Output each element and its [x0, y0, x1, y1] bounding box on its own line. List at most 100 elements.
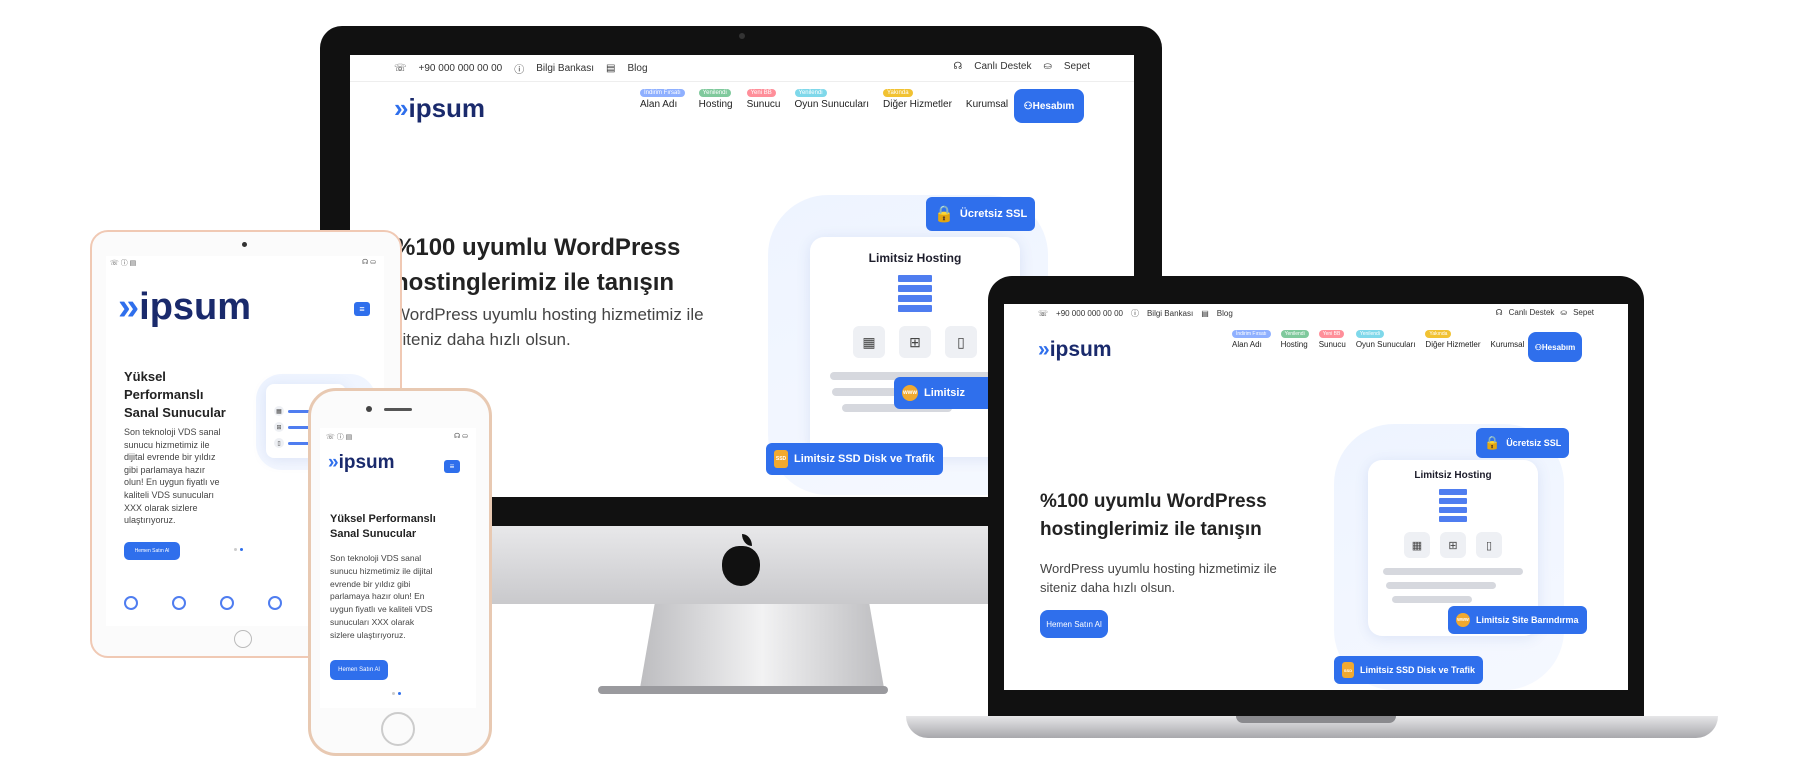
top-bar-right: ☊ Canlı Destek ⛀ Sepet	[1495, 308, 1594, 317]
disk-label: Limitsiz SSD Disk ve Trafik	[1360, 665, 1476, 675]
hero-title-line: hostinglerimiz ile tanışın	[394, 268, 675, 296]
cart-link[interactable]: Sepet	[1573, 308, 1594, 317]
logo[interactable]: » ipsum	[328, 452, 395, 474]
card-title: Limitsiz Hosting	[1414, 470, 1492, 481]
nav-label: Kurumsal	[1490, 340, 1525, 349]
blog-link[interactable]: Blog	[627, 63, 647, 74]
buy-now-button[interactable]: Hemen Satın Al	[124, 542, 180, 560]
nav-item-game-servers[interactable]: Yenilendi Oyun Sunucuları	[794, 89, 870, 110]
partner-logo-icon	[268, 596, 282, 610]
logo-chevron-icon: »	[1038, 338, 1049, 361]
main-nav: İndirim Fırsatı Alan Adı Yenilendi Hosting…	[1232, 330, 1524, 349]
knowledge-base-link[interactable]: Bilgi Bankası	[536, 63, 594, 74]
user-icon: ⚇	[1534, 342, 1542, 352]
placeholder-bar	[1383, 568, 1523, 575]
nav-item-server[interactable]: Yeni BB Sunucu	[746, 89, 781, 110]
nav-badge: Yeni BB	[746, 89, 776, 97]
headset-icon: ☊ ⛀	[361, 259, 376, 266]
nav-badge: Yakında	[883, 89, 913, 97]
live-support-link[interactable]: Canlı Destek	[974, 61, 1031, 72]
text-line: parlamaya hazır olun! En	[330, 591, 425, 602]
site-hosting-badge: www Limitsiz Site Barındırma	[1448, 606, 1587, 634]
divider	[350, 81, 1134, 82]
server-icon	[898, 275, 932, 312]
live-support-link[interactable]: Canlı Destek	[1509, 308, 1555, 317]
carousel-dot-active[interactable]	[240, 548, 243, 551]
nav-label: Alan Adı	[1232, 340, 1262, 349]
top-bar: ☏ ⓘ ▤	[326, 432, 352, 442]
logo[interactable]: » ipsum	[118, 286, 251, 329]
nav-label: Alan Adı	[640, 99, 678, 110]
www-icon: www	[902, 385, 918, 401]
nav-label: Hosting	[1280, 340, 1308, 349]
nav-item-other-services[interactable]: Yakında Diğer Hizmetler	[883, 89, 952, 110]
menu-icon[interactable]: ≡	[444, 460, 460, 473]
nav-item-other-services[interactable]: Yakında Diğer Hizmetler	[1425, 330, 1481, 349]
nav-item-domain[interactable]: İndirim Fırsatı Alan Adı	[1232, 330, 1271, 349]
knowledge-base-link[interactable]: Bilgi Bankası	[1147, 309, 1193, 318]
headset-icon: ☊	[953, 61, 963, 72]
top-bar-right: ☊ Canlı Destek ⛀ Sepet	[953, 61, 1090, 72]
www-icon: www	[1456, 613, 1470, 627]
carousel-dot[interactable]	[234, 548, 237, 551]
menu-icon[interactable]: ≡	[354, 302, 370, 316]
nav-item-corporate[interactable]: Kurumsal	[966, 99, 1008, 110]
disk-icon: ▯	[945, 326, 977, 358]
logo-text: ipsum	[1049, 338, 1112, 361]
nav-label: Oyun Sunucuları	[794, 99, 870, 110]
hero-text-line: siteniz daha hızlı olsun.	[394, 329, 571, 349]
phone-home-button[interactable]	[381, 712, 415, 746]
account-button[interactable]: ⚇ Hesabım	[1528, 332, 1582, 362]
cart-link[interactable]: Sepet	[1064, 61, 1090, 72]
carousel-dot[interactable]	[392, 692, 395, 695]
carousel-dot-active[interactable]	[398, 692, 401, 695]
disk-icon: ▯	[274, 438, 284, 448]
phone-camera	[366, 406, 372, 412]
phone-icon: ☏ ⓘ ▤	[326, 434, 353, 441]
nav-item-game-servers[interactable]: Yenilendi Oyun Sunucuları	[1355, 330, 1415, 349]
laptop-screen: ☏ +90 000 000 00 00 ⓘ Bilgi Bankası ▤ Blog …	[1004, 304, 1628, 690]
logo[interactable]: » ipsum	[394, 93, 485, 124]
blog-link[interactable]: Blog	[1217, 309, 1233, 318]
blog-icon: ▤	[606, 63, 616, 74]
account-button[interactable]: ⚇ Hesabım	[1014, 89, 1084, 123]
ram-icon: ▦	[853, 326, 885, 358]
partner-logos	[124, 596, 282, 610]
main-nav: İndirim Fırsatı Alan Adı Yenilendi Hosting…	[640, 89, 1008, 110]
disk-traffic-badge: SSD Limitsiz SSD Disk ve Trafik	[1334, 656, 1484, 684]
text-line: Son teknoloji VDS sanal	[124, 427, 221, 437]
site-label: Limitsiz	[924, 387, 965, 399]
imac-camera	[739, 33, 745, 39]
nav-label: Hosting	[698, 99, 733, 110]
nav-item-hosting[interactable]: Yenilendi Hosting	[1280, 330, 1309, 349]
logo-chevron-icon: »	[118, 286, 139, 328]
disk-icon: ▯	[1476, 532, 1502, 558]
nav-item-server[interactable]: Yeni BB Sunucu	[1318, 330, 1346, 349]
apple-logo-icon	[722, 546, 760, 586]
hero-title-line: hostinglerimiz ile tanışın	[1040, 518, 1262, 540]
hero-text: WordPress uyumlu hosting hizmetimiz ile …	[1040, 560, 1277, 598]
hero-title-line: %100 uyumlu WordPress	[1040, 491, 1267, 512]
phone-number[interactable]: +90 000 000 00 00	[1056, 309, 1123, 318]
nav-item-domain[interactable]: İndirim Fırsatı Alan Adı	[640, 89, 685, 110]
buy-now-button[interactable]: Hemen Satın Al	[330, 660, 388, 680]
nav-badge: Yakında	[1425, 330, 1452, 338]
phone-number[interactable]: +90 000 000 00 00	[419, 63, 503, 74]
text-line: ulaştırıyoruz.	[124, 515, 176, 526]
tablet-camera	[242, 242, 247, 247]
cart-icon: ⛀	[1043, 61, 1052, 72]
mobile-title-line: Sanal Sunucular	[124, 405, 226, 421]
ssl-label: Ücretsiz SSL	[1506, 438, 1562, 448]
blog-icon: ▤	[1201, 309, 1209, 318]
top-bar: ☏ +90 000 000 00 00 ⓘ Bilgi Bankası ▤ Blog	[1038, 308, 1233, 319]
buy-now-button[interactable]: Hemen Satın Al	[1040, 610, 1108, 638]
logo[interactable]: » ipsum	[1038, 338, 1112, 362]
phone-screen: ☏ ⓘ ▤ ☊ ⛀ » ipsum ≡ Yüksel Performanslı …	[320, 428, 476, 708]
cpu-icon: ⊞	[1440, 532, 1466, 558]
nav-item-corporate[interactable]: Kurumsal	[1491, 340, 1525, 349]
partner-logo-icon	[220, 596, 234, 610]
text-line: evrende bir yıldız gibi	[330, 578, 411, 589]
hero-title-line: %100 uyumlu WordPress	[394, 234, 681, 261]
nav-item-hosting[interactable]: Yenilendi Hosting	[698, 89, 733, 110]
tablet-home-button[interactable]	[234, 630, 252, 648]
